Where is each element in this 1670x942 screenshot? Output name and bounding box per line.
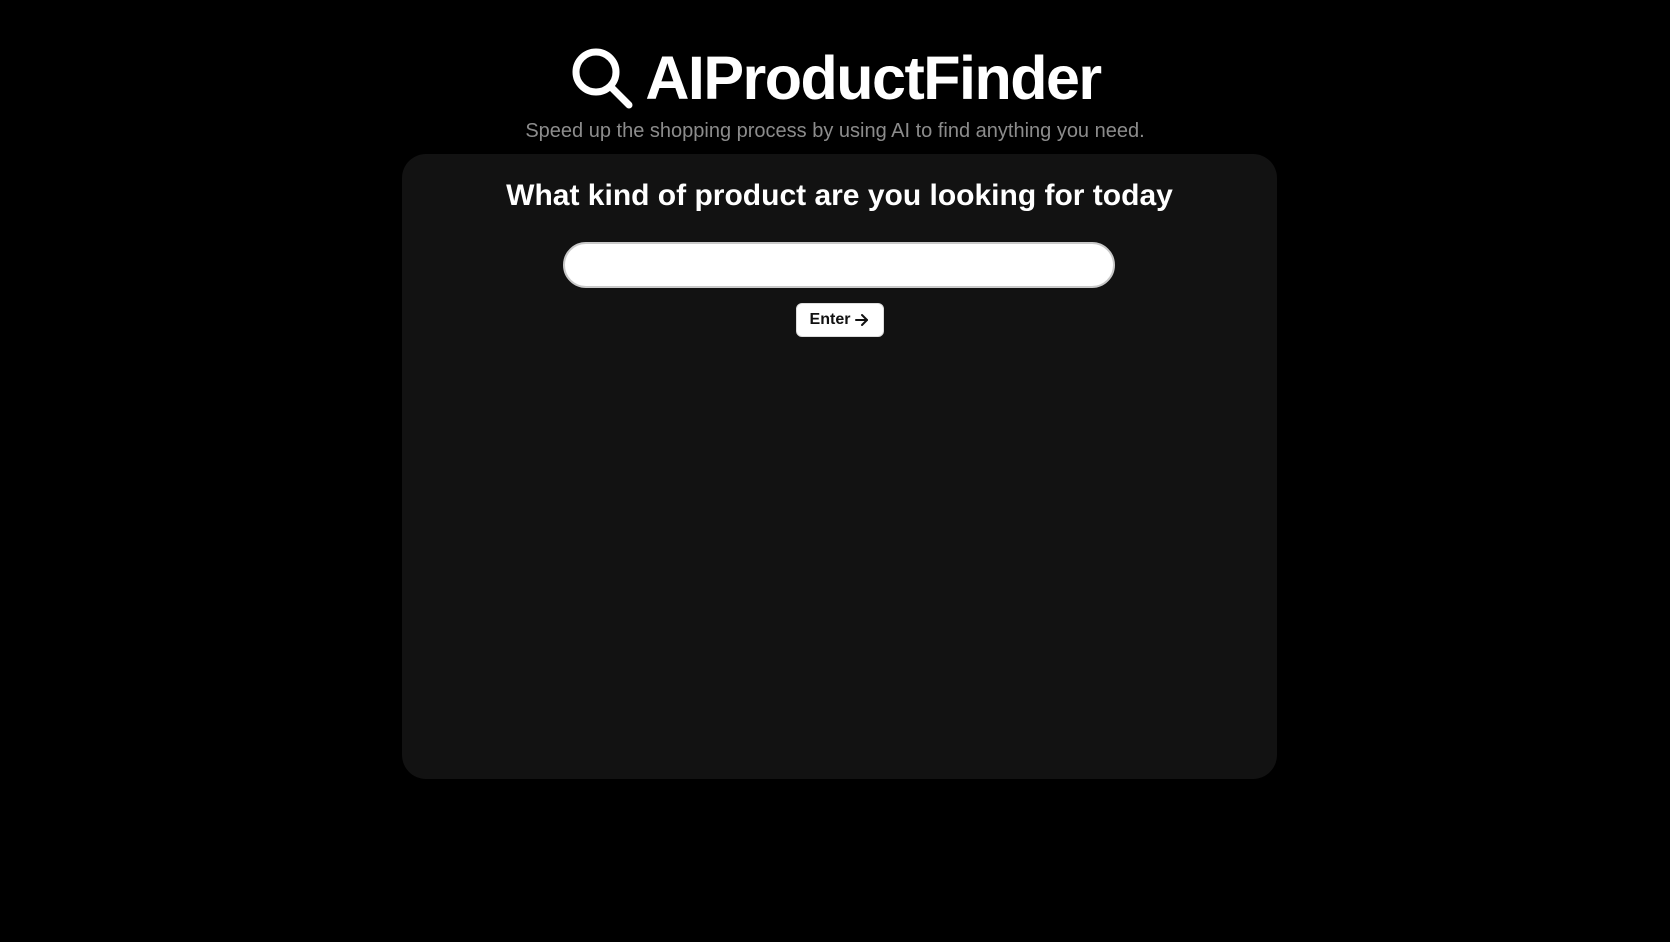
search-input[interactable] <box>563 242 1115 288</box>
brand: AIProductFinder <box>569 40 1102 116</box>
enter-button[interactable]: Enter <box>796 303 884 337</box>
enter-button-label: Enter <box>809 311 851 328</box>
search-card: What kind of product are you looking for… <box>402 154 1277 779</box>
app-title: AIProductFinder <box>645 44 1102 112</box>
search-icon <box>572 48 633 109</box>
page-header: AIProductFinder Speed up the shopping pr… <box>0 40 1670 144</box>
app-subtitle: Speed up the shopping process by using A… <box>525 120 1145 142</box>
arrow-right-icon <box>855 314 869 326</box>
search-heading: What kind of product are you looking for… <box>506 179 1173 212</box>
